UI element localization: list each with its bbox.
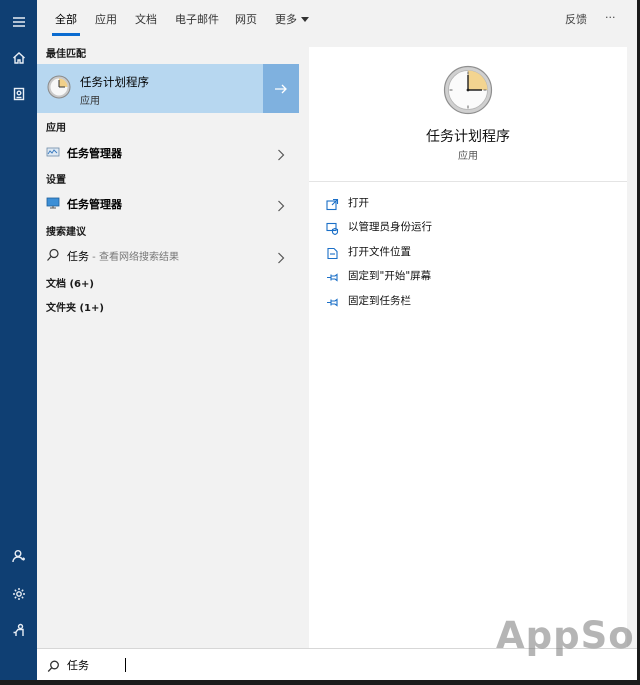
action-label: 打开: [348, 197, 369, 209]
section-settings: 设置: [46, 175, 66, 186]
home-icon: [12, 52, 25, 64]
action-pin-to-taskbar[interactable]: 固定到任务栏: [326, 291, 586, 311]
action-label: 以管理员身份运行: [348, 221, 432, 233]
action-open[interactable]: 打开: [326, 193, 586, 213]
tab-documents[interactable]: 文档: [135, 11, 157, 27]
gear-icon: [12, 588, 25, 600]
tab-all[interactable]: 全部: [55, 11, 77, 27]
task-scheduler-clock-icon: [443, 65, 493, 115]
chevron-right-icon: [277, 197, 285, 212]
search-input[interactable]: [67, 655, 467, 675]
hamburger-icon: [12, 17, 25, 27]
document-icon: [13, 87, 24, 101]
divider: [309, 181, 627, 182]
app-result-task-manager[interactable]: 任务管理器: [37, 139, 299, 165]
window-bottom-edge: [0, 680, 640, 685]
best-match-subtitle: 应用: [80, 96, 100, 107]
tab-more-label: 更多: [275, 13, 297, 26]
action-pin-to-start[interactable]: 固定到"开始"屏幕: [326, 266, 586, 286]
shield-run-icon: [326, 220, 339, 236]
folders-count[interactable]: 文件夹 (1+): [46, 299, 104, 314]
tab-email[interactable]: 电子邮件: [175, 11, 219, 27]
pin-icon: [326, 269, 339, 282]
search-icon: [47, 658, 60, 672]
chevron-right-icon: [277, 249, 285, 264]
active-tab-indicator: [52, 33, 80, 36]
suggestion-term: 任务: [67, 250, 89, 263]
tab-web[interactable]: 网页: [235, 11, 257, 27]
search-scope-tabs: 全部 应用 文档 电子邮件 网页 更多 反馈 ···: [37, 0, 637, 40]
documents-button[interactable]: [0, 76, 37, 112]
user-icon: [11, 550, 25, 563]
tab-apps[interactable]: 应用: [95, 11, 117, 27]
action-label: 打开文件位置: [348, 246, 411, 258]
open-icon: [326, 196, 339, 211]
action-label: 固定到"开始"屏幕: [348, 270, 432, 282]
task-manager-icon: [46, 147, 60, 157]
home-button[interactable]: [0, 40, 37, 76]
more-options-button[interactable]: ···: [605, 11, 616, 24]
app-result-label: 任务管理器: [67, 147, 122, 160]
action-run-as-admin[interactable]: 以管理员身份运行: [326, 217, 586, 237]
appso-watermark: AppSo: [496, 614, 635, 657]
best-match-result: 任务计划程序 应用: [37, 64, 299, 113]
best-match-expand-button[interactable]: [263, 64, 299, 113]
settings-button[interactable]: [0, 576, 37, 612]
action-open-file-location[interactable]: 打开文件位置: [326, 242, 586, 262]
feedback-rail-button[interactable]: [0, 612, 37, 648]
detail-title: 任务计划程序: [426, 129, 510, 145]
best-match-title: 任务计划程序: [80, 75, 149, 89]
settings-result-task-manager[interactable]: 任务管理器: [37, 190, 299, 216]
detail-subtitle: 应用: [458, 151, 478, 162]
section-apps: 应用: [46, 123, 66, 134]
text-caret: [125, 658, 126, 672]
feedback-button[interactable]: 反馈: [565, 11, 587, 27]
detail-panel: 任务计划程序 应用 打开 以管理员身份运行 打开文件位置 固定到"开始"屏幕 固…: [309, 47, 627, 648]
web-suggestion-row[interactable]: 任务 - 查看网络搜索结果: [37, 242, 299, 268]
results-panel: 最佳匹配 任务计划程序 应用 应用 任务管理器 设置 任务管理器 搜索建议 任务…: [37, 40, 299, 648]
hamburger-menu-button[interactable]: [0, 4, 37, 40]
documents-count[interactable]: 文档 (6+): [46, 275, 94, 290]
action-label: 固定到任务栏: [348, 295, 411, 307]
arrow-right-icon: [275, 84, 287, 93]
pin-icon: [326, 294, 339, 307]
file-location-icon: [326, 245, 339, 260]
tab-more[interactable]: 更多: [275, 11, 309, 27]
monitor-settings-icon: [46, 197, 60, 209]
section-best-match: 最佳匹配: [46, 49, 86, 60]
suggestion-text: 任务 - 查看网络搜索结果: [67, 248, 179, 264]
best-match-open[interactable]: 任务计划程序 应用: [37, 64, 262, 113]
section-search-suggestions: 搜索建议: [46, 227, 86, 238]
suggestion-hint: - 查看网络搜索结果: [89, 252, 179, 263]
feedback-person-icon: [13, 623, 24, 636]
account-button[interactable]: [0, 538, 37, 574]
task-scheduler-clock-icon: [47, 75, 71, 99]
navigation-rail: [0, 0, 37, 685]
chevron-right-icon: [277, 146, 285, 161]
chevron-down-icon: [301, 17, 309, 22]
settings-result-label: 任务管理器: [67, 198, 122, 211]
search-icon: [47, 248, 59, 261]
